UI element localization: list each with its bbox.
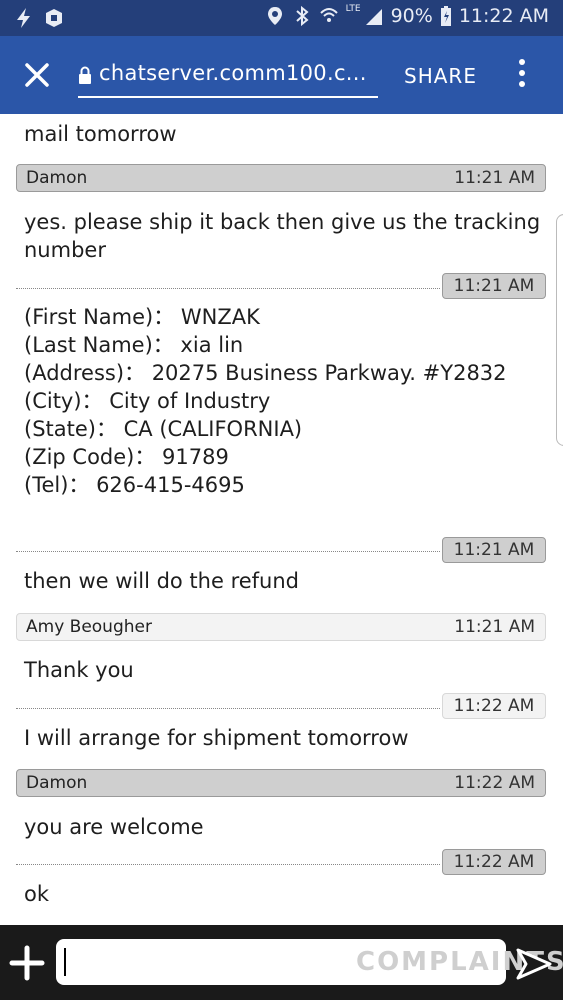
browser-toolbar: chatserver.comm100.c... SHARE: [0, 36, 563, 114]
close-icon[interactable]: [20, 58, 54, 92]
chat-transcript[interactable]: mail tomorrow Damon 11:21 AM yes. please…: [0, 114, 563, 925]
scrollbar[interactable]: [556, 214, 563, 446]
location-icon: [267, 7, 282, 25]
wifi-icon: [319, 8, 338, 22]
sender-name: Amy Beougher: [26, 617, 152, 637]
battery-icon: [440, 6, 451, 26]
flash-icon: [17, 8, 30, 28]
message-line: (State)： CA (CALIFORNIA): [24, 417, 303, 441]
message-time: 11:21 AM: [454, 168, 535, 188]
clock: 11:22 AM: [458, 5, 549, 27]
message-line: Thank you: [24, 658, 134, 682]
message-line: (Tel)： 626-415-4695: [24, 473, 245, 497]
status-bar: LTE 90% 11:22 AM: [0, 0, 563, 36]
message-line: then we will do the refund: [24, 569, 299, 593]
message-line: (First Name)： WNZAK: [24, 305, 260, 329]
share-button[interactable]: SHARE: [404, 64, 477, 88]
message-line: (Address)： 20275 Business Parkway. #Y283…: [24, 361, 507, 385]
network-type: LTE: [345, 4, 361, 14]
add-attachment-icon[interactable]: [8, 944, 46, 982]
message-time: 11:22 AM: [442, 849, 546, 875]
separator: [16, 551, 440, 552]
text-cursor: [64, 948, 66, 976]
battery-level: 90%: [390, 5, 433, 27]
message-time: 11:21 AM: [442, 273, 546, 299]
sender-name: Damon: [26, 773, 88, 793]
partial-message: mail tomorrow: [24, 122, 177, 146]
separator: [16, 708, 440, 709]
message-line: (City)： City of Industry: [24, 389, 271, 413]
message-input[interactable]: COMPLAINTS: [56, 939, 563, 985]
url-text: chatserver.comm100.c...: [99, 61, 367, 85]
sender-header: Damon 11:22 AM: [16, 769, 546, 797]
signal-icon: [365, 9, 382, 25]
message-line: (Last Name)： xia lin: [24, 333, 244, 357]
sender-name: Damon: [26, 168, 88, 188]
message-line: (Zip Code)： 91789: [24, 445, 229, 469]
url-bar[interactable]: chatserver.comm100.c...: [78, 56, 378, 98]
message-line: number: [24, 238, 106, 262]
message-time: 11:22 AM: [442, 693, 546, 719]
bluetooth-icon: [295, 5, 309, 27]
more-options-icon[interactable]: [512, 59, 532, 93]
message-composer: COMPLAINTS: [0, 925, 563, 1000]
message-line: you are welcome: [24, 815, 204, 839]
message-line: ok: [24, 882, 50, 906]
message-time: 11:22 AM: [454, 773, 535, 793]
lock-icon: [79, 66, 91, 84]
separator: [16, 864, 440, 865]
sender-header: Amy Beougher 11:21 AM: [16, 613, 546, 641]
message-time: 11:21 AM: [442, 537, 546, 563]
message-time: 11:21 AM: [454, 617, 535, 637]
send-icon[interactable]: [515, 947, 553, 981]
message-line: I will arrange for shipment tomorrow: [24, 726, 409, 750]
separator: [16, 288, 440, 289]
sender-header: Damon 11:21 AM: [16, 164, 546, 192]
message-line: yes. please ship it back then give us th…: [24, 210, 541, 234]
shield-app-icon: [46, 9, 62, 27]
